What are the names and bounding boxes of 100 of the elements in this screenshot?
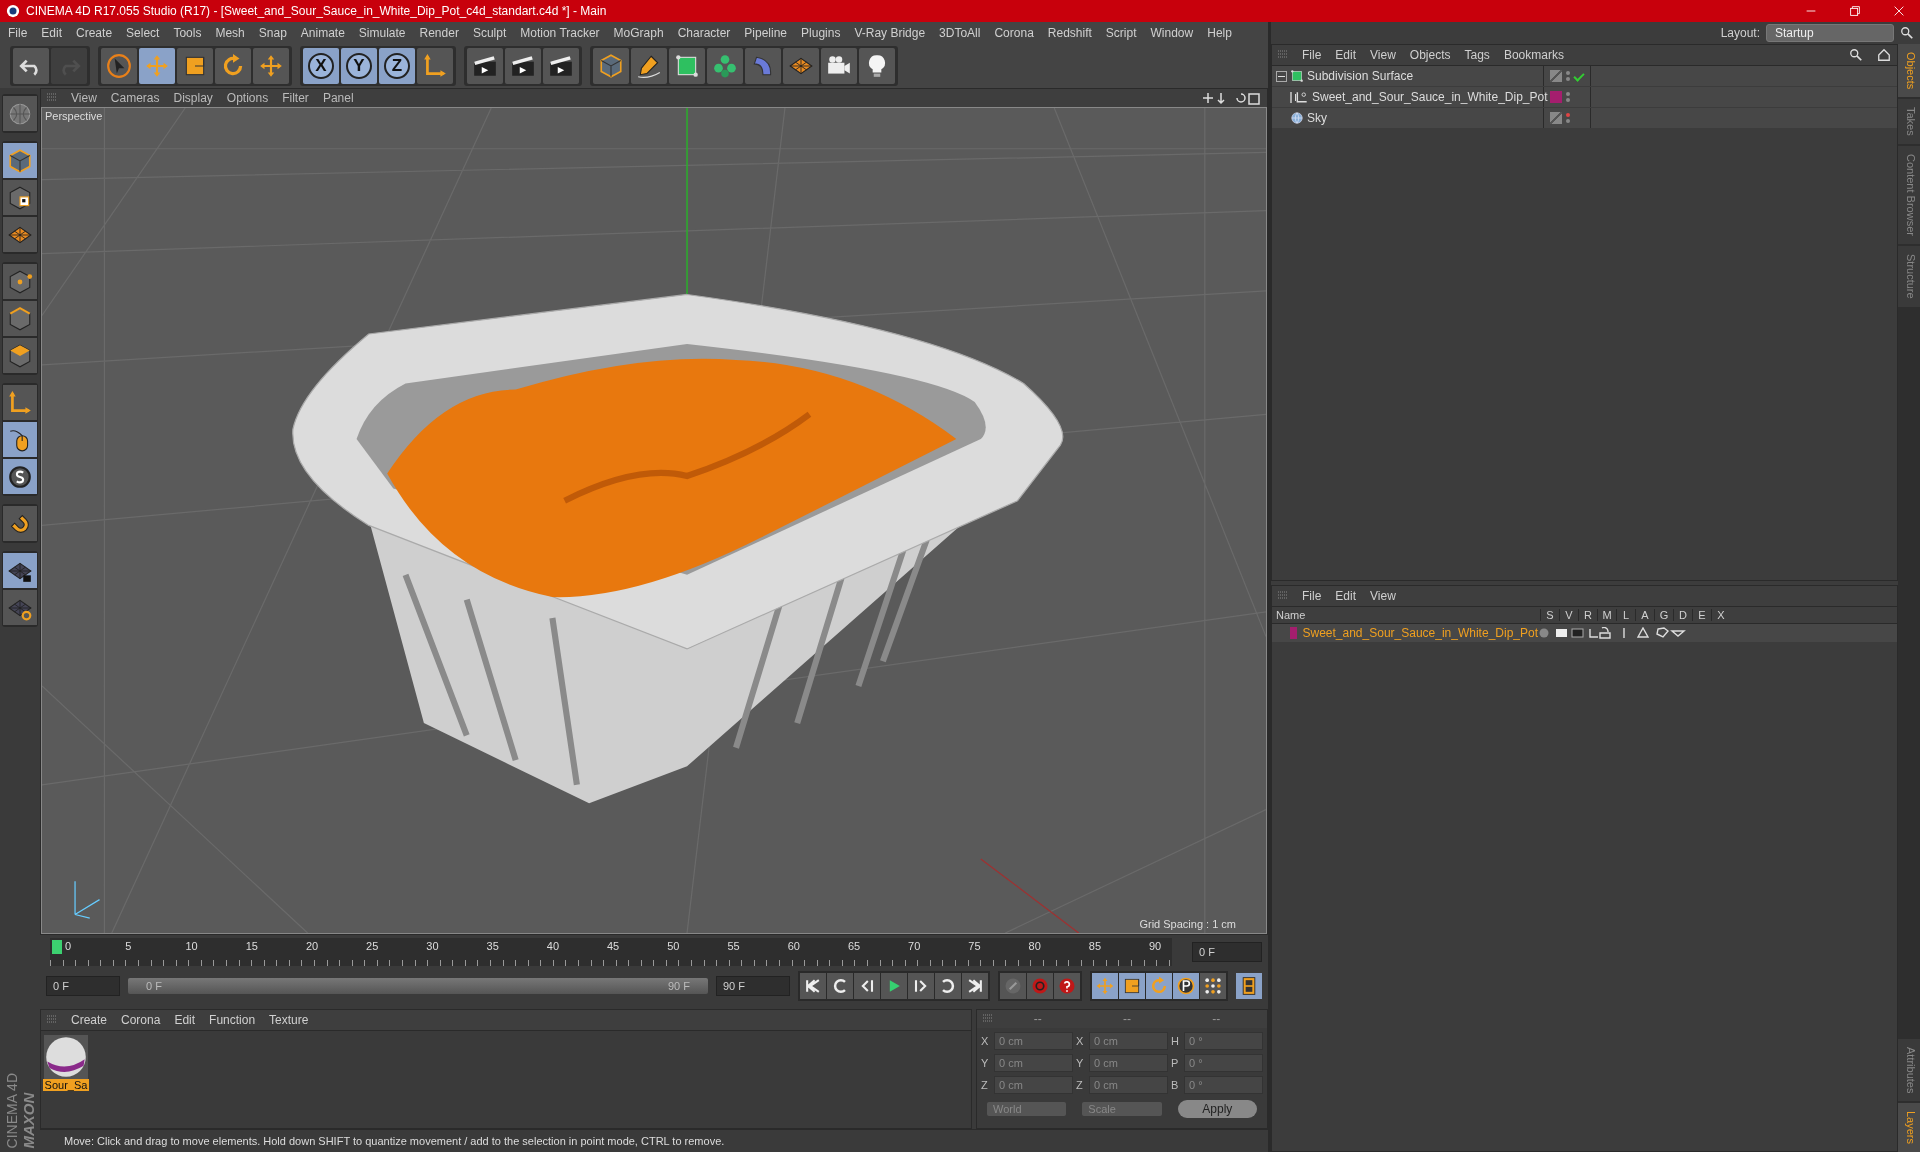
menu-item[interactable]: Edit	[1335, 48, 1357, 62]
toolbar-button[interactable]	[543, 48, 579, 84]
toolbar-button[interactable]	[631, 48, 667, 84]
layer-flags-icon[interactable]	[1538, 627, 1688, 639]
toolbar-button[interactable]: Z	[379, 48, 415, 84]
tool-button[interactable]	[3, 180, 37, 215]
column-header[interactable]: S	[1540, 609, 1559, 621]
menu-item[interactable]: Panel	[322, 91, 354, 105]
playback-button[interactable]	[827, 973, 853, 999]
menu-item[interactable]: Render	[419, 26, 459, 40]
frame-field[interactable]: 0 F	[1192, 942, 1262, 962]
side-tab[interactable]: Layers	[1898, 1102, 1920, 1152]
search-icon[interactable]	[1849, 48, 1863, 62]
menu-item[interactable]: V-Ray Bridge	[854, 26, 926, 40]
side-tab[interactable]: Objects	[1898, 44, 1920, 98]
playback-button[interactable]	[935, 973, 961, 999]
menu-item[interactable]: Objects	[1409, 48, 1451, 62]
tool-button[interactable]	[3, 506, 37, 541]
menu-item[interactable]: Tools	[173, 26, 202, 40]
menu-item[interactable]: View	[1370, 48, 1396, 62]
side-tab[interactable]: Attributes	[1898, 1038, 1920, 1101]
timeline-button[interactable]	[1236, 973, 1262, 999]
tool-button[interactable]	[3, 553, 37, 588]
menu-item[interactable]: Plugins	[801, 26, 841, 40]
start-frame-field[interactable]: 0 F	[46, 976, 120, 996]
end-frame-field[interactable]: 90 F	[716, 976, 790, 996]
menu-item[interactable]: Bookmarks	[1503, 48, 1564, 62]
menu-item[interactable]: Simulate	[358, 26, 406, 40]
side-tab[interactable]: Content Browser	[1898, 146, 1920, 244]
menu-item[interactable]: File	[1302, 589, 1322, 603]
restore-icon[interactable]	[1848, 4, 1862, 18]
column-header[interactable]: L	[1616, 609, 1635, 621]
side-tab[interactable]: Structure	[1898, 246, 1920, 307]
toolbar-button[interactable]: Y	[341, 48, 377, 84]
home-icon[interactable]	[1877, 48, 1891, 62]
toolbar-button[interactable]	[821, 48, 857, 84]
menu-item[interactable]: Options	[226, 91, 269, 105]
menu-item[interactable]: Select	[126, 26, 160, 40]
toolbar-button[interactable]	[101, 48, 137, 84]
apply-button[interactable]: Apply	[1177, 1100, 1257, 1118]
menu-item[interactable]: View	[1370, 589, 1396, 603]
menu-item[interactable]: 3DToAll	[939, 26, 981, 40]
layout-dropdown[interactable]: Startup	[1766, 24, 1894, 42]
menu-item[interactable]: Snap	[258, 26, 287, 40]
menu-item[interactable]: Edit	[1335, 589, 1357, 603]
material-swatch[interactable]: Sour_Sa	[43, 1035, 89, 1091]
menu-item[interactable]: Corona	[994, 26, 1034, 40]
menu-item[interactable]: Edit	[41, 26, 63, 40]
menu-item[interactable]: Filter	[282, 91, 309, 105]
menu-item[interactable]: Display	[173, 91, 213, 105]
menu-item[interactable]: Help	[1207, 26, 1232, 40]
tool-button[interactable]	[3, 459, 37, 494]
menu-item[interactable]: Redshift	[1047, 26, 1092, 40]
menu-item[interactable]: MoGraph	[613, 26, 664, 40]
tool-button[interactable]	[3, 590, 37, 625]
menu-item[interactable]: Texture	[269, 1013, 309, 1027]
tool-button[interactable]	[3, 217, 37, 252]
menu-item[interactable]: Window	[1150, 26, 1194, 40]
visibility-dots[interactable]	[1566, 71, 1570, 81]
playback-button[interactable]	[908, 973, 934, 999]
layer-color-swatch[interactable]	[1550, 91, 1562, 103]
column-header[interactable]: R	[1578, 609, 1597, 621]
menu-item[interactable]: Animate	[300, 26, 345, 40]
playback-button[interactable]	[881, 973, 907, 999]
playback-button[interactable]	[962, 973, 988, 999]
menu-item[interactable]: Character	[677, 26, 731, 40]
close-icon[interactable]	[1892, 4, 1906, 18]
toolbar-button[interactable]	[505, 48, 541, 84]
toolbar-button[interactable]	[859, 48, 895, 84]
toolbar-button[interactable]	[467, 48, 503, 84]
object-name[interactable]: Sky	[1307, 111, 1327, 125]
menu-item[interactable]: Function	[209, 1013, 256, 1027]
visibility-dots[interactable]	[1566, 113, 1570, 123]
toolbar-button[interactable]: X	[303, 48, 339, 84]
playback-button[interactable]	[800, 973, 826, 999]
search-icon[interactable]	[1900, 26, 1914, 40]
column-header[interactable]: A	[1635, 609, 1654, 621]
menu-item[interactable]: View	[71, 91, 97, 105]
collapse-icon[interactable]	[1276, 70, 1287, 82]
column-header[interactable]: V	[1559, 609, 1578, 621]
visibility-dots[interactable]	[1566, 92, 1570, 102]
timeline-ruler[interactable]: 0 5 10 15 20 25 30 35 40 45 50 55 60 65 70 75 80 85 90	[50, 938, 1172, 966]
menu-item[interactable]: Sculpt	[472, 26, 507, 40]
column-header[interactable]: M	[1597, 609, 1616, 621]
object-name[interactable]: Subdivision Surface	[1307, 69, 1414, 83]
column-header[interactable]: D	[1673, 609, 1692, 621]
view-navigation-icon[interactable]	[1201, 91, 1261, 105]
menu-item[interactable]: Create	[76, 26, 113, 40]
column-header[interactable]: Name	[1272, 609, 1540, 621]
menu-item[interactable]: Pipeline	[744, 26, 788, 40]
menu-item[interactable]: Motion Tracker	[520, 26, 600, 40]
toolbar-button[interactable]	[783, 48, 819, 84]
column-header[interactable]: G	[1654, 609, 1673, 621]
menu-item[interactable]: Script	[1105, 26, 1137, 40]
tool-button[interactable]	[3, 264, 37, 299]
viewport-canvas[interactable]: Perspective Grid Spacing : 1 cm	[41, 107, 1267, 934]
keyframe-button[interactable]	[1027, 973, 1053, 999]
column-header[interactable]: X	[1711, 609, 1730, 621]
column-header[interactable]: E	[1692, 609, 1711, 621]
tool-button[interactable]	[3, 338, 37, 373]
